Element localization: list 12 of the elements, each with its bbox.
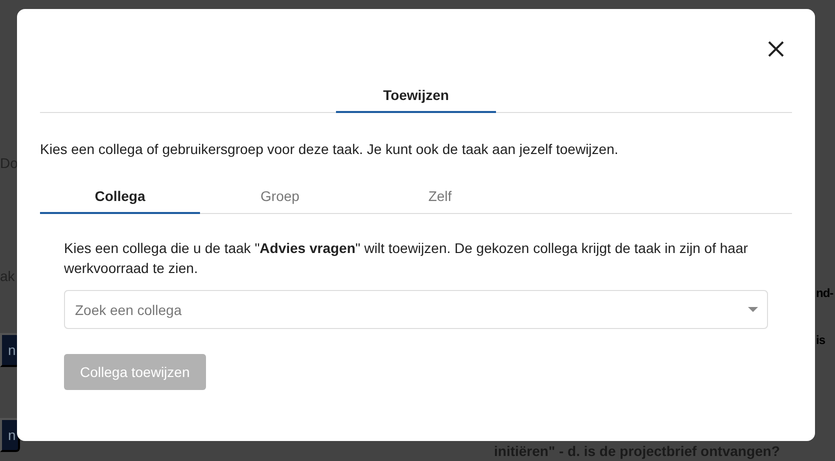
colleague-select[interactable]: Zoek een collega (64, 290, 768, 329)
assign-tab[interactable]: Zelf (360, 179, 520, 214)
close-icon[interactable] (767, 40, 785, 58)
background-text: nd- (816, 286, 834, 300)
caret-icon (748, 307, 758, 312)
description-text: Kies een collega die u de taak "Advies vragen" wilt toewijzen. De gekozen collega krijgt de taak in zijn of haar werkvoorraad te zien. (64, 239, 749, 278)
assign-tab[interactable]: Collega (40, 179, 200, 214)
header-tab[interactable]: Toewijzen (336, 79, 496, 113)
intro-text: Kies een collega of gebruikersgroep voor deze taak. Je kunt ook de taak aan jezelf toewijzen. (40, 140, 620, 158)
background-button[interactable]: n (0, 418, 20, 452)
assign-tab[interactable]: Groep (200, 179, 360, 214)
background-text: is (816, 333, 826, 347)
